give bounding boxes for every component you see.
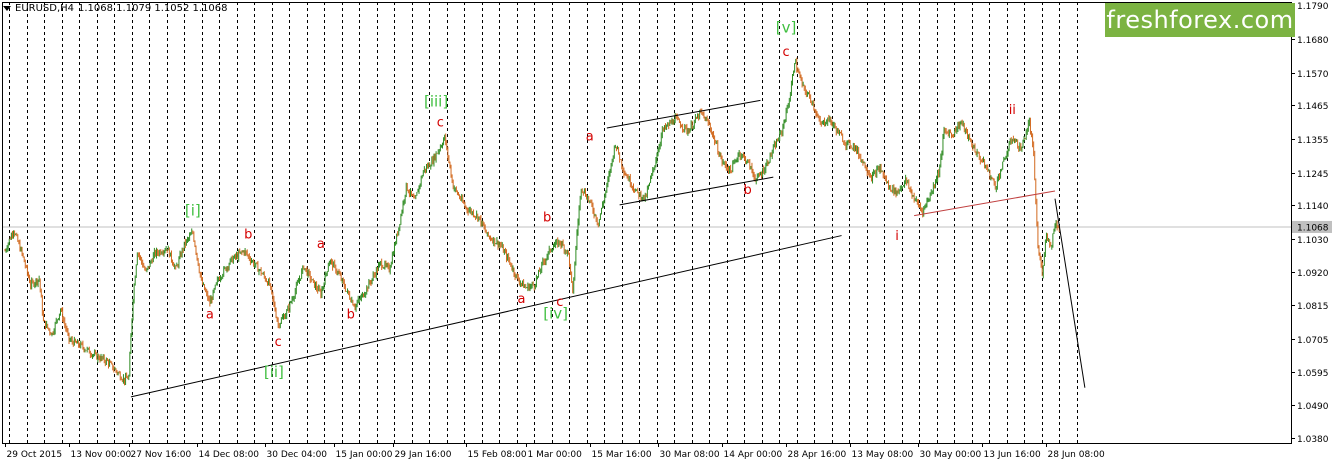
trendline — [606, 99, 761, 129]
wave-label-minor: b — [543, 211, 551, 226]
x-tick-label: 13 Nov 00:00 — [71, 450, 132, 460]
chart-svg: [i][ii][iii][iv][v]abcabcabcabciii 1.179… — [2, 2, 1332, 460]
y-tick-label: 1.1140 — [1297, 202, 1329, 212]
grid — [2, 2, 1291, 443]
wave-label-minor: b — [744, 183, 752, 198]
x-tick-label: 30 Dec 04:00 — [267, 450, 328, 460]
x-tick-label: 29 Oct 2015 — [7, 450, 63, 460]
y-tick-label: 1.1465 — [1297, 102, 1329, 112]
y-tick-label: 1.0815 — [1297, 302, 1329, 312]
x-tick-label: 15 Mar 16:00 — [592, 450, 652, 460]
wave-label-minor: i — [895, 229, 899, 244]
y-tick-label: 1.0380 — [1297, 435, 1329, 445]
x-tick-label: 15 Feb 08:00 — [468, 450, 527, 460]
y-tick-label: 1.1570 — [1297, 70, 1329, 80]
chevron-down-icon[interactable] — [3, 6, 11, 11]
x-tick-label: 28 Jun 08:00 — [1048, 450, 1105, 460]
plot-frame — [2, 2, 1292, 444]
wave-label-minor: c — [275, 335, 282, 350]
y-tick-label: 1.1790 — [1297, 2, 1329, 12]
ohlc-readout: 1.1068 1.1079 1.1052 1.1068 — [78, 3, 228, 14]
y-tick-label: 1.0920 — [1297, 269, 1329, 279]
y-tick-label: 1.1030 — [1297, 236, 1329, 246]
wave-labels: [i][ii][iii][iv][v]abcabcabcabciii — [185, 19, 1016, 381]
wave-label-minor: c — [437, 115, 444, 130]
x-tick-label: 13 Jun 16:00 — [984, 450, 1041, 460]
x-tick-label: 14 Dec 08:00 — [199, 450, 260, 460]
trendline — [914, 190, 1056, 217]
symbol-label: EURUSD,H4 — [15, 3, 75, 14]
wave-label-minor: a — [586, 129, 594, 144]
y-tick-label: 1.0490 — [1297, 402, 1329, 412]
x-tick-label: 27 Nov 16:00 — [131, 450, 192, 460]
y-tick-label: 1.0595 — [1297, 369, 1329, 379]
x-tick-label: 14 Apr 00:00 — [724, 450, 783, 460]
x-tick-label: 15 Jan 00:00 — [336, 450, 393, 460]
y-tick-label: 1.0705 — [1297, 336, 1329, 346]
wave-label-major: [i] — [185, 202, 201, 220]
wave-label-minor: a — [206, 308, 214, 323]
wave-label-minor: c — [783, 45, 790, 60]
wave-label-minor: a — [517, 292, 525, 307]
chart-header: EURUSD,H4 1.1068 1.1079 1.1052 1.1068 — [3, 3, 228, 14]
x-tick-label: 28 Apr 16:00 — [788, 450, 847, 460]
freshforex-logo: freshforex.com — [1105, 3, 1295, 37]
wave-label-minor: b — [347, 308, 355, 323]
wave-label-major: [iii] — [424, 92, 448, 110]
current-price-label: 1.1068 — [1297, 223, 1329, 233]
wave-label-minor: a — [317, 237, 325, 252]
x-tick-label: 30 May 00:00 — [920, 450, 982, 460]
chart: [i] [ii] [iii] [iv] [v] a b c a b c a b c a b c i ii 1.179… — [0, 0, 1333, 465]
x-tick-label: 29 Jan 16:00 — [395, 450, 452, 460]
y-tick-label: 1.1355 — [1297, 136, 1329, 146]
wave-label-minor: c — [556, 295, 563, 310]
wave-label-major: [ii] — [264, 363, 284, 381]
x-tick-label: 1 Mar 00:00 — [528, 450, 583, 460]
trendlines — [130, 99, 1086, 398]
logo-text: freshforex.com — [1106, 6, 1294, 34]
axes: 1.1790 1.1680 1.1570 1.1465 1.1355 1.1245 1.11… — [2, 2, 1332, 460]
y-tick-label: 1.1245 — [1297, 170, 1329, 180]
wave-label-minor: ii — [1009, 103, 1016, 118]
x-tick-label: 30 Mar 08:00 — [660, 450, 720, 460]
wave-label-minor: b — [244, 228, 252, 243]
y-tick-label: 1.1680 — [1297, 36, 1329, 46]
x-tick-label: 13 May 08:00 — [852, 450, 914, 460]
wave-label-major: [v] — [776, 19, 797, 37]
price-series — [4, 57, 1060, 386]
